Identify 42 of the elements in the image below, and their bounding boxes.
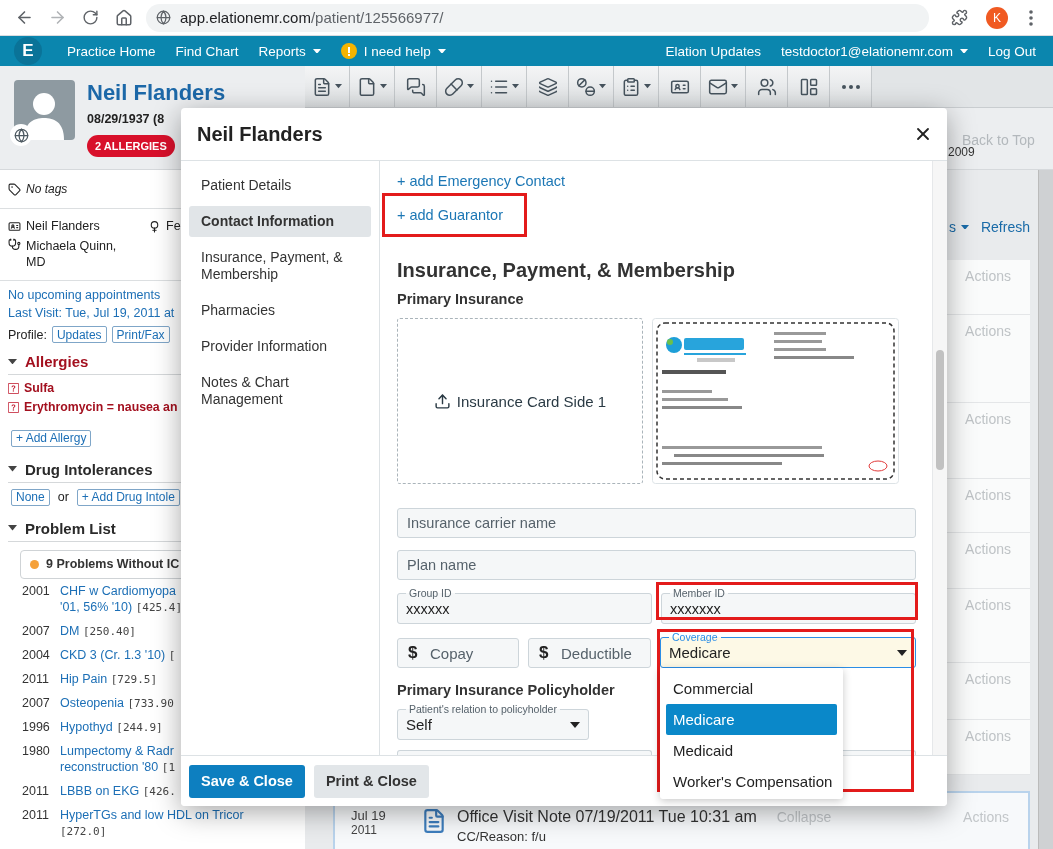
section-title: Problem List <box>25 519 116 537</box>
problem-code: [733.90 <box>127 695 174 712</box>
note-title: Office Visit Note 07/19/2011 Tue 10:31 am <box>457 808 757 826</box>
currency-symbol: $ <box>539 643 549 663</box>
currency-symbol: $ <box>408 643 418 663</box>
problem-code: [250.40] <box>82 623 136 640</box>
problem-code: [426. <box>142 783 176 800</box>
problem-code: [244.9] <box>116 719 163 736</box>
problem-year: 2011 <box>22 670 50 688</box>
tags-text: No tags <box>26 182 68 196</box>
problem-code: [272.0] <box>60 823 107 840</box>
section-heading: Insurance, Payment, & Membership <box>397 259 736 282</box>
or-text: or <box>57 490 69 504</box>
problem-year: 2007 <box>22 694 51 712</box>
dialog-title: Neil Flanders <box>197 122 323 146</box>
note-reason: CC/Reason: f/u <box>457 829 547 844</box>
sex-text: Fe <box>166 219 181 233</box>
subsection-heading: Primary Insurance <box>397 291 524 307</box>
problem-year: 2007 <box>22 622 51 640</box>
provider-text: Michaela Quinn, MD <box>26 238 118 270</box>
problem-year: 2001 <box>22 582 51 600</box>
problem-year: 1996 <box>22 718 51 736</box>
patient-text: Neil Flanders <box>26 219 100 233</box>
problem-year: 1980 <box>22 742 51 760</box>
alert-text: 9 Problems Without IC <box>46 557 180 571</box>
birth-date: 08/29/1937 (8 <box>87 112 165 126</box>
url-text: app.elationemr.com/patient/125566977/ <box>180 9 444 26</box>
problem-year: 2011 <box>22 806 50 824</box>
section-title: Allergies <box>25 353 89 370</box>
note-date: Jul 19 <box>351 808 387 823</box>
patient-name: Neil Flanders <box>87 80 226 106</box>
problem-year: 2011 <box>22 782 50 800</box>
problem-code: [ <box>168 647 176 664</box>
problem-code: [425.4] <box>135 599 183 616</box>
year-text: 2009 <box>948 145 976 159</box>
profile-label: Profile: <box>8 327 47 342</box>
problem-year: 2004 <box>22 646 51 664</box>
subsection-heading: Primary Insurance Policyholder <box>397 682 615 698</box>
note-year: 2011 <box>351 823 378 837</box>
problem-code: [1 <box>161 759 175 776</box>
section-title: Drug Intolerances <box>25 460 153 478</box>
problem-code: [729.5] <box>110 671 158 688</box>
